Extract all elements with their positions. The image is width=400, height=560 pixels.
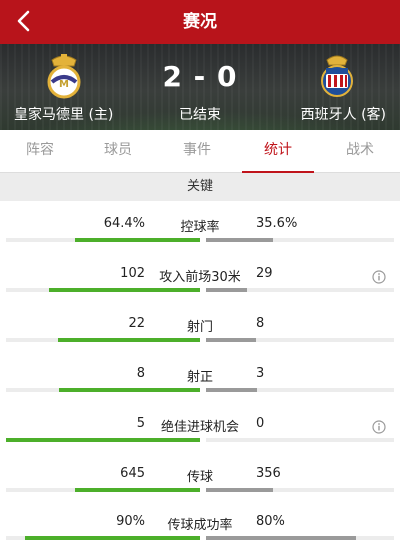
stat-label: 攻入前场30米 [159,270,241,285]
away-bar-track [206,438,394,442]
page-title: 赛况 [183,12,217,32]
tab-tactics[interactable]: 战术 [320,130,400,172]
tab-events[interactable]: 事件 [157,130,237,172]
home-value: 90% [116,514,145,529]
home-value: 102 [120,266,145,281]
home-bar [58,388,200,392]
stat-row: 102 攻入前场30米 29 [0,262,400,312]
away-value: 80% [256,514,285,529]
home-bar [75,238,200,242]
section-header-key: 关键 [0,173,400,201]
espanyol-crest-icon[interactable] [317,54,357,100]
info-icon[interactable] [372,270,386,284]
home-bar [57,338,200,342]
home-bar-track [6,288,200,292]
away-value: 3 [256,366,265,381]
home-bar [48,288,200,292]
away-value: 29 [256,266,273,281]
away-bar [206,338,257,342]
stat-label: 射正 [186,370,213,385]
home-value: 64.4% [103,216,145,231]
away-bar [206,536,357,540]
stat-row: 90% 传球成功率 80% [0,510,400,560]
home-team-name[interactable]: 皇家马德里 (主) [14,104,113,124]
home-bar-track [6,238,200,242]
top-bar: 赛况 [0,0,400,44]
stat-label: 控球率 [180,220,220,235]
home-bar-track [6,388,200,392]
away-value: 35.6% [256,216,298,231]
stat-row: 22 射门 8 [0,312,400,362]
away-team-name[interactable]: 西班牙人 (客) [301,104,386,124]
stat-label: 绝佳进球机会 [160,420,239,435]
away-bar-track [206,488,394,492]
home-bar [6,438,200,442]
away-bar [206,238,273,242]
away-value: 8 [256,316,265,331]
home-value: 8 [136,366,145,381]
home-value: 22 [128,316,145,331]
away-bar-track [206,388,394,392]
svg-text:M: M [59,79,69,90]
away-value: 0 [256,416,265,431]
away-bar [206,488,273,492]
away-bar [206,288,248,292]
home-bar-track [6,488,200,492]
home-value: 645 [120,466,145,481]
real-madrid-crest-icon[interactable]: M [44,54,84,100]
stat-row: 645 传球 356 [0,462,400,512]
home-bar [75,488,200,492]
stat-label: 传球成功率 [167,518,233,533]
stat-label: 射门 [186,320,213,335]
tab-bar: 阵容 球员 事件 统计 战术 [0,130,400,173]
away-bar-track [206,288,394,292]
stat-row: 8 射正 3 [0,362,400,412]
info-icon[interactable] [372,420,386,434]
tab-lineup[interactable]: 阵容 [0,130,80,172]
home-bar-track [6,438,200,442]
away-bar-track [206,238,394,242]
home-bar-track [6,536,200,540]
home-value: 5 [136,416,145,431]
tab-players[interactable]: 球员 [78,130,158,172]
away-bar-track [206,536,394,540]
match-header: M 2 - 0 皇家马德里 (主) 已结束 西班牙人 (客) [0,44,400,130]
home-bar [25,536,200,540]
away-bar-track [206,338,394,342]
away-bar [206,388,258,392]
away-value: 356 [256,466,281,481]
match-score: 2 - 0 [162,60,238,93]
home-bar-track [6,338,200,342]
tab-stats[interactable]: 统计 [238,130,318,173]
match-status: 已结束 [179,107,221,123]
stat-row: 64.4% 控球率 35.6% [0,212,400,262]
stat-row: 5 绝佳进球机会 0 [0,412,400,462]
stat-label: 传球 [186,470,213,485]
